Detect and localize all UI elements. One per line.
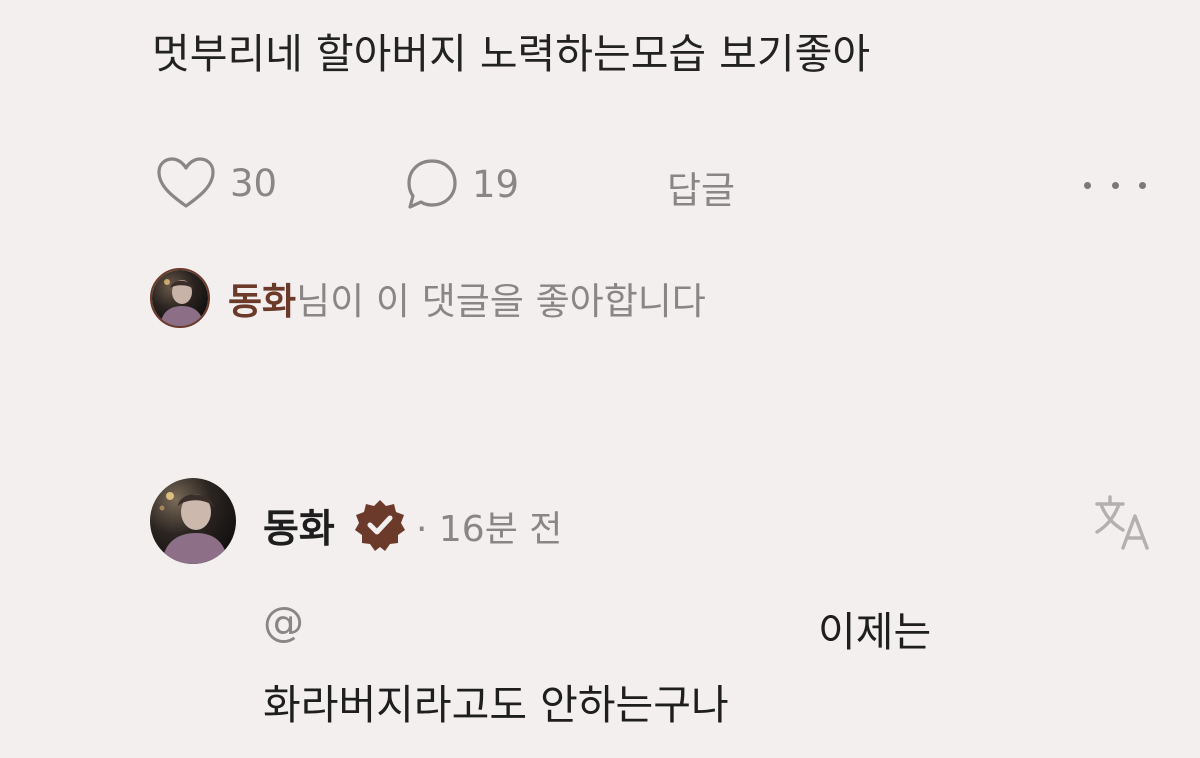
- reply-text-tail: 이제는: [818, 608, 932, 656]
- like-button[interactable]: 30: [156, 156, 277, 210]
- more-horizontal-icon: [1084, 181, 1091, 189]
- liked-by-creator: 동화님이 이 댓글을 좋아합니다: [150, 268, 706, 328]
- reply-mention[interactable]: @: [263, 598, 304, 646]
- reply-count: 19: [472, 162, 520, 206]
- liked-by-text: 동화님이 이 댓글을 좋아합니다: [228, 271, 706, 325]
- replies-button[interactable]: 19: [404, 156, 519, 212]
- reply-text-line-1: @ 이제는: [263, 598, 983, 656]
- verified-badge-icon: [355, 500, 405, 551]
- comment-text: 멋부리네 할아버지 노력하는모습 보기좋아: [152, 30, 871, 78]
- reply-button[interactable]: 답글: [667, 160, 735, 214]
- heart-outline-icon: [157, 157, 215, 208]
- reply-author-name[interactable]: 동화: [263, 498, 335, 554]
- reply-text-line-2: 화라버지라고도 안하는구나: [263, 681, 729, 729]
- liked-by-suffix: 님이 이 댓글을 좋아합니다: [296, 280, 706, 323]
- liked-by-name[interactable]: 동화: [228, 280, 296, 323]
- reply-timestamp: · 16분 전: [416, 509, 563, 550]
- avatar: [150, 268, 210, 328]
- speech-bubble-icon: [407, 159, 457, 209]
- comment-thread: 멋부리네 할아버지 노력하는모습 보기좋아 30 19 답글 동화님이 이 댓글…: [0, 0, 1200, 758]
- reply-author-avatar[interactable]: [150, 478, 236, 564]
- more-options-button[interactable]: [1084, 175, 1146, 195]
- translate-icon[interactable]: [1093, 492, 1153, 552]
- like-count: 30: [230, 161, 278, 205]
